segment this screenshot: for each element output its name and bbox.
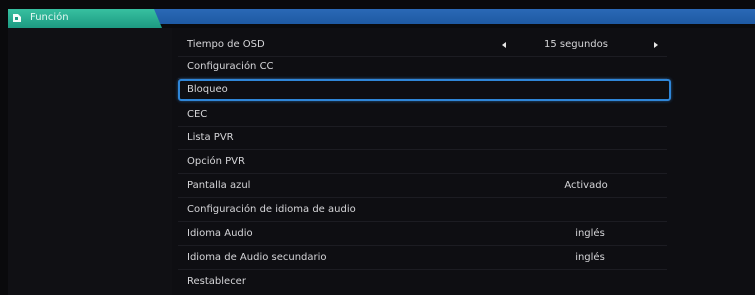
menu-item-label: Lista PVR	[187, 132, 234, 143]
tab-function-label: Función	[30, 12, 69, 23]
menu-item-label: Idioma Audio	[187, 228, 253, 239]
menu-item-pvr-option[interactable]: Opción PVR	[178, 151, 667, 174]
menu-item-label: Pantalla azul	[187, 180, 251, 191]
menu-item-label: Idioma de Audio secundario	[187, 252, 327, 263]
menu-item-label: Configuración CC	[187, 61, 274, 72]
function-icon	[13, 14, 21, 22]
menu-item-osd-time[interactable]: Tiempo de OSD 15 segundos	[178, 34, 667, 57]
tv-settings-screen: Función Tiempo de OSD 15 segundos Config…	[0, 0, 755, 295]
menu-item-blue-screen[interactable]: Pantalla azul Activado	[178, 175, 667, 198]
arrow-left-icon[interactable]	[502, 42, 506, 48]
menu-item-cec[interactable]: CEC	[178, 104, 667, 127]
menu-item-value: inglés	[575, 228, 605, 239]
menu-item-label: Tiempo de OSD	[187, 39, 265, 50]
menu-item-audio-language-settings[interactable]: Configuración de idioma de audio	[178, 199, 667, 222]
menu-item-audio-language[interactable]: Idioma Audio inglés	[178, 223, 667, 246]
arrow-right-icon[interactable]	[654, 42, 658, 48]
left-panel	[8, 28, 172, 295]
menu-item-label: Configuración de idioma de audio	[187, 204, 356, 215]
menu-item-reset[interactable]: Restablecer	[178, 271, 667, 293]
menu-item-value: inglés	[575, 252, 605, 263]
menu-item-value: 15 segundos	[544, 39, 608, 50]
menu-item-secondary-audio-language[interactable]: Idioma de Audio secundario inglés	[178, 247, 667, 270]
menu-item-lock[interactable]: Bloqueo	[178, 79, 671, 101]
menu-item-pvr-list[interactable]: Lista PVR	[178, 127, 667, 150]
menu-item-label: Opción PVR	[187, 156, 245, 167]
header-strip	[150, 9, 755, 24]
menu-item-label: CEC	[187, 109, 208, 120]
menu-item-cc-settings[interactable]: Configuración CC	[178, 56, 667, 79]
menu-item-label: Bloqueo	[187, 84, 228, 95]
menu-item-label: Restablecer	[187, 276, 246, 287]
menu-item-value: Activado	[564, 180, 608, 191]
